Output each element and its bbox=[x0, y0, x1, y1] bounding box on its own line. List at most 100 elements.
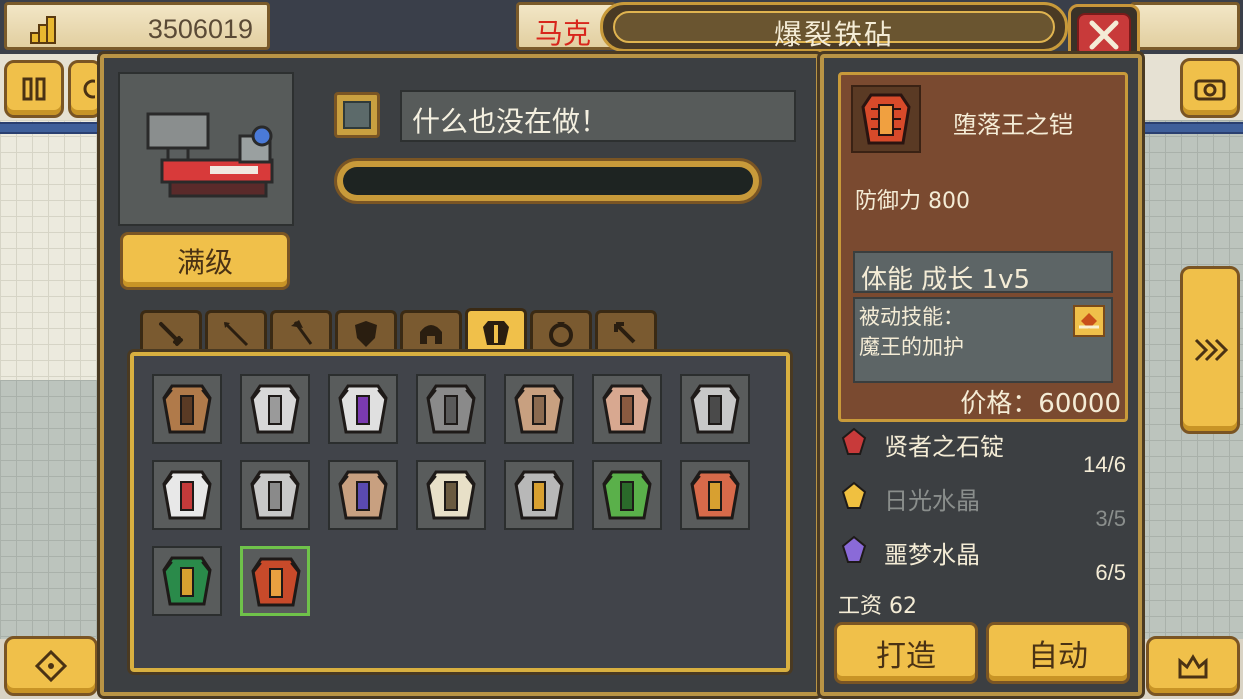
sword-icon bbox=[159, 321, 183, 346]
anvil-machine-icon bbox=[146, 112, 274, 198]
material-name: 贤者之石锭 bbox=[884, 433, 1004, 461]
armor-slot[interactable] bbox=[152, 374, 222, 444]
armor-icon bbox=[690, 470, 740, 520]
armor-slot[interactable] bbox=[592, 460, 662, 530]
tab-spear[interactable] bbox=[205, 310, 267, 354]
armor-slot[interactable] bbox=[592, 374, 662, 444]
dpad-icon bbox=[34, 649, 68, 683]
armor-slot[interactable] bbox=[240, 460, 310, 530]
background-strip-left bbox=[0, 122, 110, 134]
armor-slot[interactable] bbox=[416, 374, 486, 444]
craft-button[interactable]: 打造 bbox=[834, 622, 978, 684]
armor-slot[interactable] bbox=[240, 546, 310, 616]
material-name: 噩梦水晶 bbox=[884, 541, 980, 569]
armor-slot[interactable] bbox=[416, 460, 486, 530]
tab-shield[interactable] bbox=[335, 310, 397, 354]
armor-icon bbox=[483, 320, 509, 345]
armor-icon bbox=[250, 470, 300, 520]
forge-status-box: 什么也没在做！ bbox=[400, 90, 796, 142]
armor-grid bbox=[130, 352, 790, 672]
crown-icon bbox=[1178, 654, 1208, 679]
armor-icon bbox=[250, 384, 300, 434]
forge-panel: 满级 什么也没在做！ bbox=[100, 54, 820, 696]
shield-icon bbox=[355, 320, 377, 347]
character-name: 马克 bbox=[535, 17, 592, 50]
armor-slot[interactable] bbox=[328, 460, 398, 530]
armor-icon bbox=[162, 556, 212, 606]
passive-skill-icon[interactable] bbox=[1073, 305, 1105, 337]
item-growth: 体能 成长 1v5 bbox=[861, 265, 1031, 295]
top-bar: 3506019 马克 爆裂铁砧 bbox=[0, 0, 1243, 66]
checkbox-inner bbox=[343, 101, 371, 129]
anvil-preview bbox=[118, 72, 294, 226]
move-button[interactable] bbox=[4, 636, 98, 696]
item-info-panel: 堕落王之铠 防御力 800 体能 成长 1v5 被动技能： 魔王的加护 价格：6… bbox=[820, 54, 1142, 696]
item-price: 价格：60000 bbox=[960, 389, 1121, 419]
armor-icon bbox=[426, 384, 476, 434]
armor-icon bbox=[514, 384, 564, 434]
armor-icon bbox=[162, 470, 212, 520]
item-name: 堕落王之铠 bbox=[953, 111, 1073, 139]
background-left-lower bbox=[0, 380, 110, 640]
spear-icon bbox=[223, 321, 249, 346]
wage-text: 工资 62 bbox=[838, 594, 917, 619]
bow-icon bbox=[614, 321, 636, 343]
armor-slot[interactable] bbox=[152, 460, 222, 530]
camera-button[interactable] bbox=[1180, 58, 1240, 118]
material-icon bbox=[841, 427, 867, 455]
settings-button[interactable] bbox=[68, 60, 102, 118]
armor-icon bbox=[426, 470, 476, 520]
passive-skill-name: 魔王的加护 bbox=[859, 335, 964, 359]
material-count: 6/5 bbox=[1095, 560, 1126, 585]
pause-icon bbox=[22, 77, 46, 101]
armor-icon bbox=[602, 384, 652, 434]
tab-bow[interactable] bbox=[595, 310, 657, 354]
armor-slot[interactable] bbox=[240, 374, 310, 444]
tab-helmet[interactable] bbox=[400, 310, 462, 354]
max-level-button[interactable]: 满级 bbox=[120, 232, 290, 290]
material-count: 3/5 bbox=[1095, 506, 1126, 531]
armor-slot[interactable] bbox=[152, 546, 222, 616]
auto-forge-checkbox[interactable] bbox=[334, 92, 380, 138]
close-icon bbox=[1089, 20, 1119, 50]
window-title-bar: 爆裂铁砧 bbox=[600, 2, 1068, 52]
tab-sword[interactable] bbox=[140, 310, 202, 354]
next-page-button[interactable] bbox=[1180, 266, 1240, 434]
armor-icon bbox=[690, 384, 740, 434]
fast-forward-icon bbox=[1194, 338, 1228, 362]
progress-track bbox=[343, 167, 753, 195]
auto-craft-button[interactable]: 自动 bbox=[986, 622, 1130, 684]
passive-skill-box: 被动技能： 魔王的加护 bbox=[853, 297, 1113, 383]
armor-icon bbox=[338, 470, 388, 520]
crown-button[interactable] bbox=[1146, 636, 1240, 696]
pause-button[interactable] bbox=[4, 60, 64, 118]
armor-slot[interactable] bbox=[680, 460, 750, 530]
armor-slot[interactable] bbox=[328, 374, 398, 444]
top-right-panel bbox=[1130, 2, 1240, 50]
tab-axe[interactable] bbox=[270, 310, 332, 354]
armor-icon bbox=[162, 384, 212, 434]
armor-slot[interactable] bbox=[504, 460, 574, 530]
forge-progress-bar bbox=[334, 158, 762, 204]
close-button-face bbox=[1077, 13, 1131, 57]
camera-icon bbox=[1194, 79, 1226, 101]
armor-icon bbox=[602, 470, 652, 520]
wing-emblem-icon bbox=[1079, 313, 1099, 329]
item-detail-card: 堕落王之铠 防御力 800 体能 成长 1v5 被动技能： 魔王的加护 价格：6… bbox=[838, 72, 1128, 422]
fallen-king-armor-icon bbox=[861, 93, 911, 145]
forge-status-text: 什么也没在做！ bbox=[412, 105, 609, 138]
armor-slot[interactable] bbox=[680, 374, 750, 444]
item-thumbnail bbox=[851, 85, 921, 153]
armor-slot[interactable] bbox=[504, 374, 574, 444]
tab-ring[interactable] bbox=[530, 310, 592, 354]
helmet-icon bbox=[420, 324, 442, 344]
background-strip-right bbox=[1133, 122, 1243, 134]
gold-panel: 3506019 bbox=[4, 2, 270, 50]
material-icon bbox=[841, 481, 867, 509]
gold-stack-icon bbox=[30, 16, 56, 44]
ring-icon bbox=[549, 321, 573, 347]
gold-amount: 3506019 bbox=[147, 14, 253, 44]
material-count: 14/6 bbox=[1083, 452, 1126, 477]
material-icon bbox=[841, 535, 867, 563]
tab-armor[interactable] bbox=[465, 308, 527, 354]
